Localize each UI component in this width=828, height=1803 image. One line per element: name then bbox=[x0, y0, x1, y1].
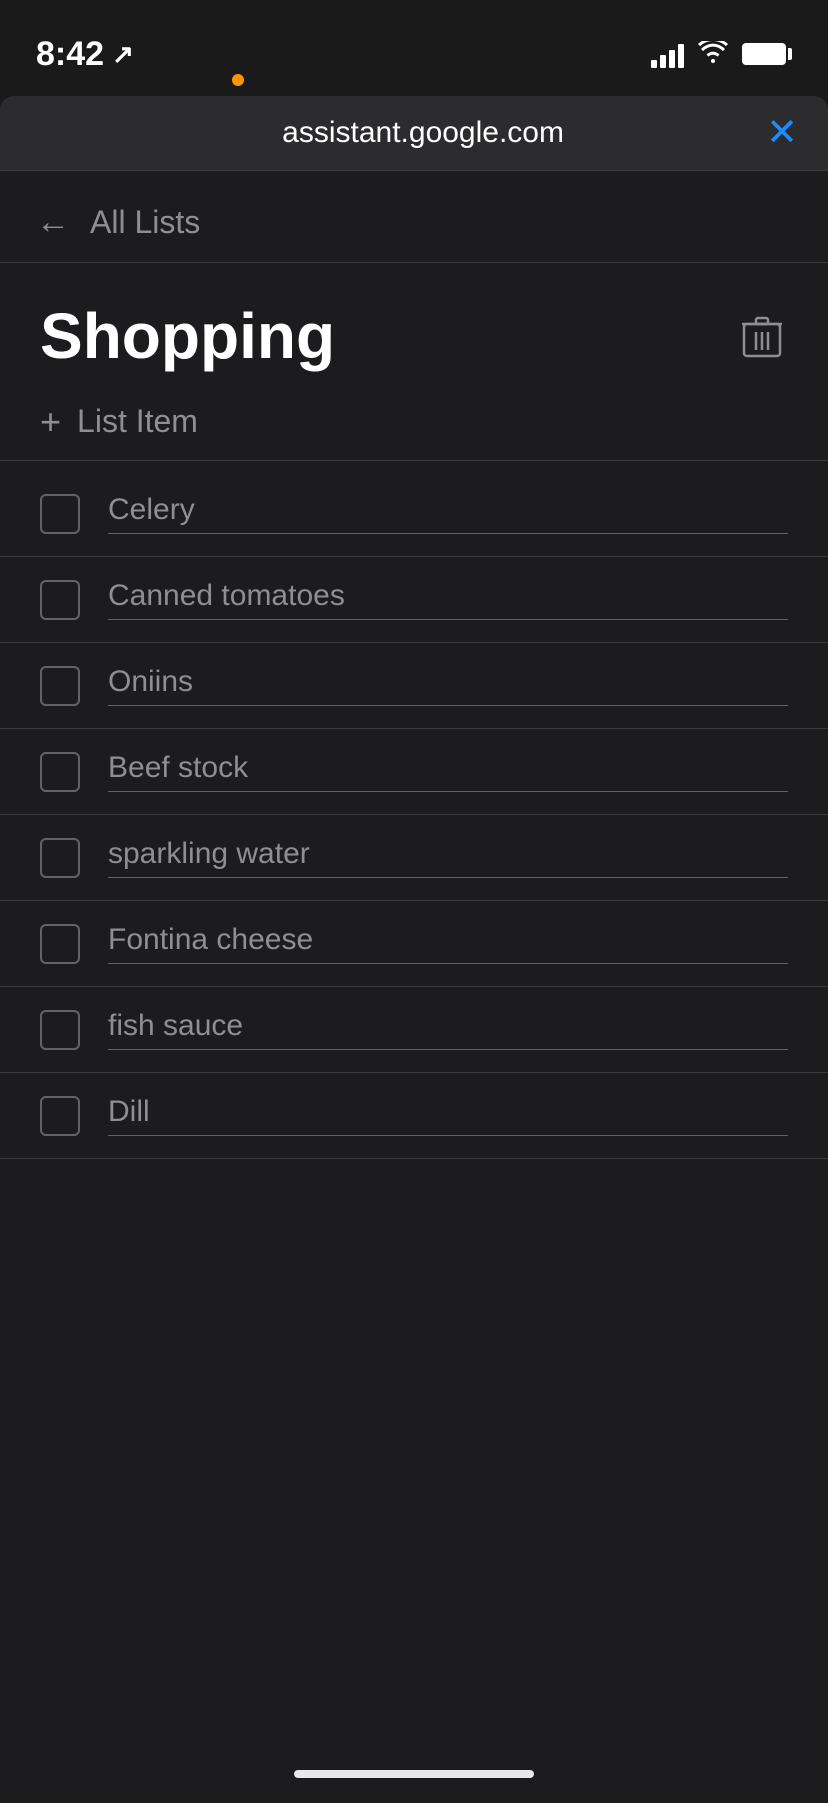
item-checkbox-7[interactable] bbox=[40, 1010, 80, 1050]
status-icons bbox=[651, 39, 792, 70]
browser-url: assistant.google.com bbox=[80, 116, 766, 150]
item-text-2: Canned tomatoes bbox=[108, 579, 788, 620]
battery-icon bbox=[742, 43, 792, 65]
list-item[interactable]: Canned tomatoes bbox=[0, 557, 828, 643]
browser-bar: assistant.google.com ✕ bbox=[0, 96, 828, 170]
item-text-8: Dill bbox=[108, 1095, 788, 1136]
list-item[interactable]: sparkling water bbox=[0, 815, 828, 901]
add-item-label: List Item bbox=[77, 403, 198, 440]
item-checkbox-2[interactable] bbox=[40, 580, 80, 620]
delete-list-button[interactable] bbox=[736, 310, 788, 362]
item-checkbox-6[interactable] bbox=[40, 924, 80, 964]
item-checkbox-1[interactable] bbox=[40, 494, 80, 534]
item-text-6: Fontina cheese bbox=[108, 923, 788, 964]
back-button[interactable]: ← bbox=[36, 203, 70, 242]
close-button[interactable]: ✕ bbox=[766, 114, 798, 152]
item-text-4: Beef stock bbox=[108, 751, 788, 792]
list-item[interactable]: Dill bbox=[0, 1073, 828, 1159]
location-arrow-icon: ↗ bbox=[112, 39, 134, 70]
time-display: 8:42 bbox=[36, 35, 104, 74]
item-checkbox-4[interactable] bbox=[40, 752, 80, 792]
item-checkbox-8[interactable] bbox=[40, 1096, 80, 1136]
item-text-1: Celery bbox=[108, 493, 788, 534]
list-title: Shopping bbox=[40, 299, 335, 373]
item-checkbox-5[interactable] bbox=[40, 838, 80, 878]
add-plus-icon: + bbox=[40, 404, 61, 440]
orange-dot bbox=[232, 74, 244, 86]
home-indicator bbox=[294, 1770, 534, 1778]
status-time: 8:42 ↗ bbox=[36, 35, 134, 74]
wifi-icon bbox=[698, 39, 728, 70]
list-header: Shopping bbox=[0, 263, 828, 393]
status-bar: 8:42 ↗ bbox=[0, 0, 828, 88]
signal-icon bbox=[651, 40, 684, 68]
list-item[interactable]: Celery bbox=[0, 471, 828, 557]
all-lists-label[interactable]: All Lists bbox=[90, 204, 200, 241]
main-content: ← All Lists Shopping + List Item Celery bbox=[0, 171, 828, 1803]
list-item[interactable]: fish sauce bbox=[0, 987, 828, 1073]
nav-bar: ← All Lists bbox=[0, 171, 828, 262]
list-item[interactable]: Beef stock bbox=[0, 729, 828, 815]
item-text-7: fish sauce bbox=[108, 1009, 788, 1050]
shopping-items-list: Celery Canned tomatoes Oniins Beef stock bbox=[0, 471, 828, 1159]
items-separator bbox=[0, 460, 828, 461]
item-checkbox-3[interactable] bbox=[40, 666, 80, 706]
list-item[interactable]: Fontina cheese bbox=[0, 901, 828, 987]
add-item-button[interactable]: + List Item bbox=[0, 393, 828, 460]
list-item[interactable]: Oniins bbox=[0, 643, 828, 729]
item-text-3: Oniins bbox=[108, 665, 788, 706]
item-text-5: sparkling water bbox=[108, 837, 788, 878]
